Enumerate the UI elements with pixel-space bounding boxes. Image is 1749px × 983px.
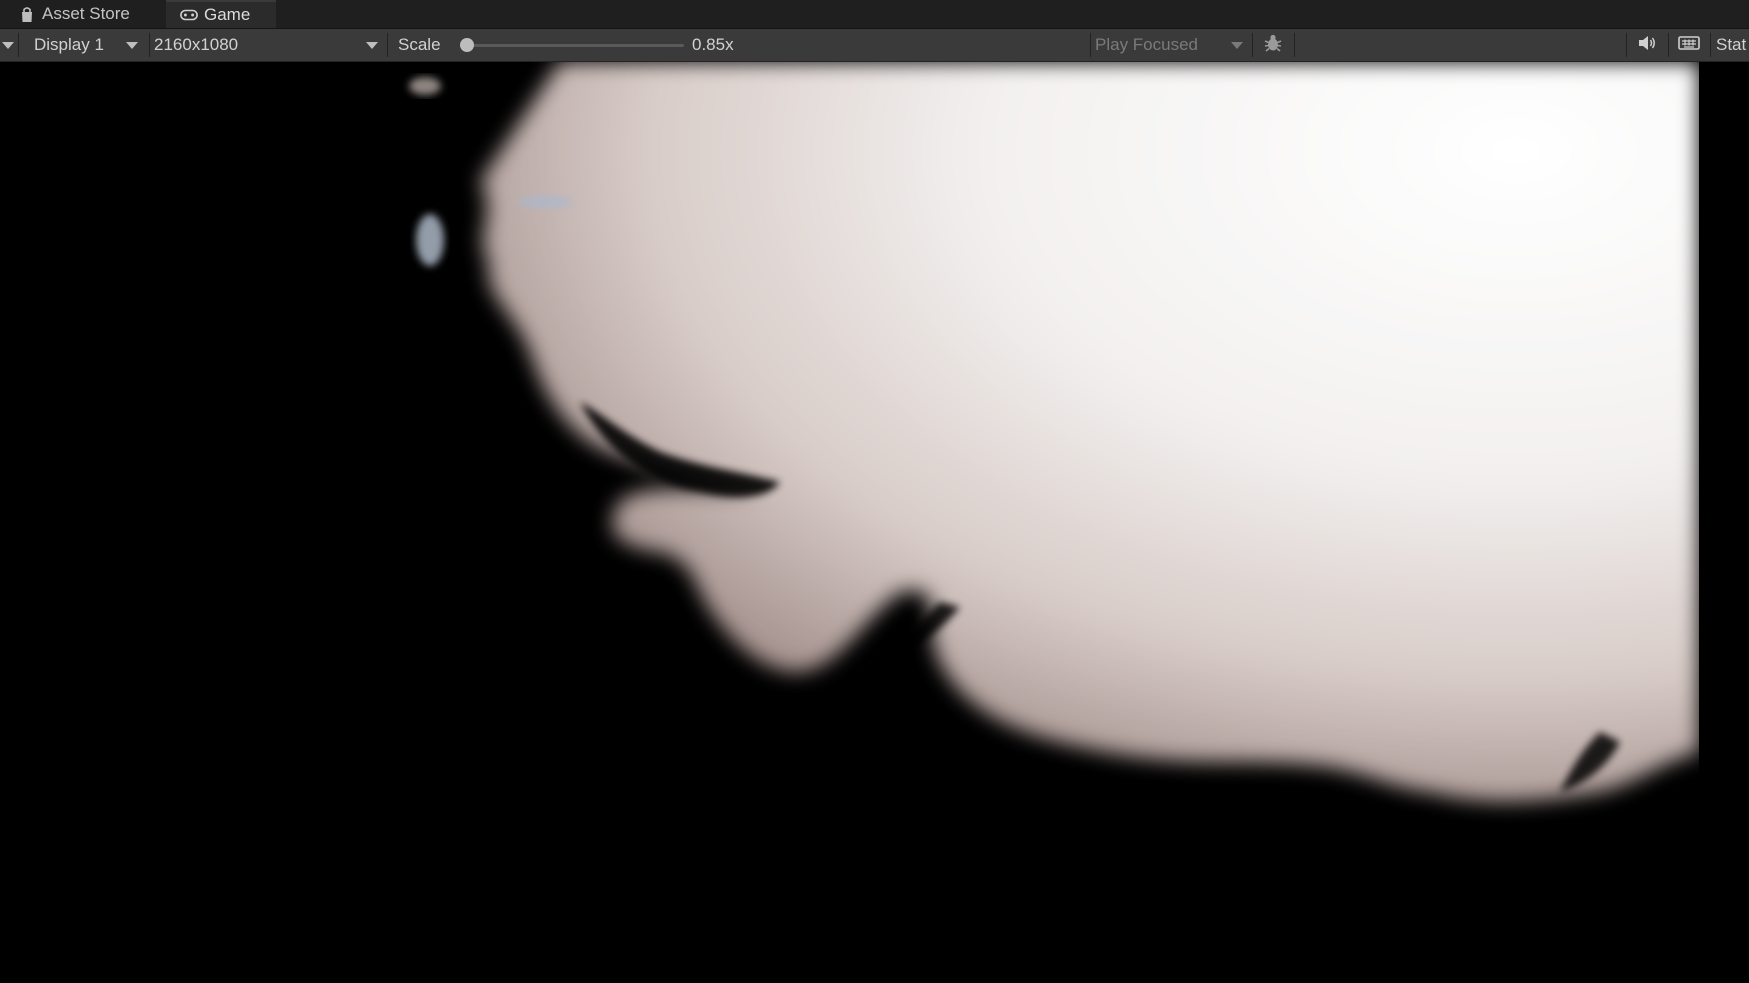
debug-toggle-button[interactable] xyxy=(1253,29,1293,61)
game-view[interactable] xyxy=(0,62,1749,983)
chevron-down-icon xyxy=(2,41,14,49)
chevron-down-icon xyxy=(1231,41,1243,49)
stats-label: Stat xyxy=(1716,35,1747,54)
tab-label: Game xyxy=(204,5,251,24)
mute-audio-button[interactable] xyxy=(1627,29,1667,61)
scale-label: Scale xyxy=(398,35,441,54)
resolution-dropdown[interactable]: 2160x1080 xyxy=(150,29,384,61)
display-dropdown[interactable]: Display 1 xyxy=(20,29,148,61)
scale-slider-thumb[interactable] xyxy=(460,38,474,52)
bug-icon xyxy=(1262,32,1284,59)
play-mode-value: Play Focused xyxy=(1095,35,1198,54)
gamepad-icon xyxy=(180,6,198,24)
resolution-value: 2160x1080 xyxy=(154,35,239,54)
tab-label: Asset Store xyxy=(42,4,130,23)
display-value: Display 1 xyxy=(34,35,104,54)
shopping-bag-icon xyxy=(18,5,36,23)
view-options-dropdown[interactable] xyxy=(0,29,16,61)
tab-asset-store[interactable]: Asset Store xyxy=(4,0,164,28)
tab-game[interactable]: Game xyxy=(166,0,276,28)
shortcuts-button[interactable] xyxy=(1669,29,1709,61)
chevron-down-icon xyxy=(126,41,138,49)
speaker-icon xyxy=(1637,35,1657,56)
game-render-image xyxy=(0,62,1699,983)
scale-slider-track[interactable] xyxy=(466,44,684,47)
window-tab-bar: Asset Store Game xyxy=(0,0,1749,29)
scale-value: 0.85x xyxy=(692,35,734,54)
chevron-down-icon xyxy=(366,41,378,49)
keyboard-icon xyxy=(1678,35,1700,56)
viewport-gutter xyxy=(1699,62,1749,983)
game-view-toolbar: Display 1 2160x1080 Scale 0.85x Play Foc… xyxy=(0,29,1749,62)
stats-button[interactable]: Stat xyxy=(1716,29,1749,61)
play-mode-dropdown[interactable]: Play Focused xyxy=(1091,29,1251,61)
